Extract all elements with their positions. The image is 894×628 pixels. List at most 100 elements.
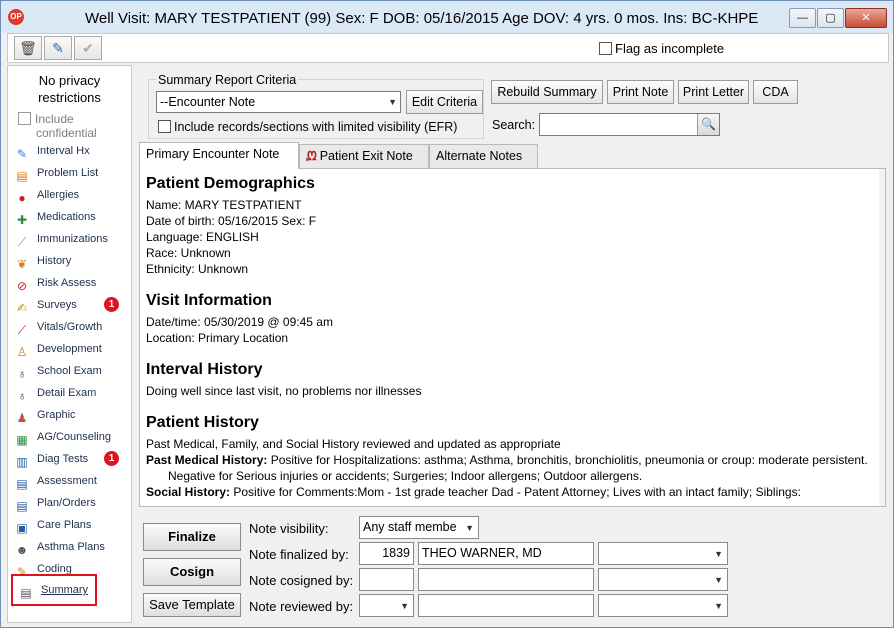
sidebar-item-graphic[interactable]: ♟ Graphic: [14, 406, 129, 426]
chevron-down-icon: ▼: [714, 549, 723, 559]
sidebar-item-risk-assess[interactable]: ⊘ Risk Assess: [14, 274, 129, 294]
sidebar-item-label: Diag Tests: [37, 453, 89, 465]
privacy-status: No privacy restrictions: [8, 72, 131, 106]
rebuild-summary-button[interactable]: Rebuild Summary: [491, 80, 603, 104]
sidebar-item-interval-hx[interactable]: ✎ Interval Hx: [14, 142, 129, 162]
efr-checkbox-box[interactable]: [158, 120, 171, 133]
history-intro: Past Medical, Family, and Social History…: [146, 437, 561, 451]
confirm-button[interactable]: ✔: [74, 36, 102, 60]
interval-heading: Interval History: [146, 361, 263, 378]
cda-button[interactable]: CDA: [753, 80, 798, 104]
criteria-select[interactable]: --Encounter Note ▼: [156, 91, 401, 113]
finalized-by-name-field[interactable]: THEO WARNER, MD: [418, 542, 594, 565]
cosigned-by-name-field[interactable]: [418, 568, 594, 591]
toolbar: 🗑 ✎ ✔ Flag as incomplete: [7, 33, 889, 63]
magnifier-icon: 🔍: [701, 117, 716, 131]
note-visibility-select[interactable]: Any staff membe ▼: [359, 516, 479, 539]
diag-tests-icon: ▥: [16, 455, 28, 469]
title-bar[interactable]: OP Well Visit: MARY TESTPATIENT (99) Sex…: [1, 1, 893, 33]
maximize-button[interactable]: ▢: [817, 8, 844, 28]
sidebar-item-history[interactable]: ❦ History: [14, 252, 129, 272]
pencil-icon: ✎: [52, 40, 64, 56]
reviewed-by-select[interactable]: ▼: [598, 594, 728, 617]
no-sign-icon: ⊘: [16, 279, 28, 293]
flag-checkbox-box[interactable]: [599, 42, 612, 55]
sidebar-item-problem-list[interactable]: ▤ Problem List: [14, 164, 129, 184]
sidebar-item-school-exam[interactable]: ♁ School Exam: [14, 362, 129, 382]
save-template-button[interactable]: Save Template: [143, 593, 241, 617]
sidebar-item-label: History: [37, 255, 72, 267]
sidebar-item-label: Allergies: [37, 189, 80, 201]
cosigned-by-id-field[interactable]: [359, 568, 414, 591]
tab-patient-exit-note[interactable]: ᘻ Patient Exit Note: [299, 144, 429, 168]
assessment-icon: ▤: [16, 477, 28, 491]
finalized-by-id-field[interactable]: 1839: [359, 542, 414, 565]
tab-alternate-notes[interactable]: Alternate Notes: [429, 144, 538, 168]
minimize-button[interactable]: —: [789, 8, 816, 28]
sidebar-item-immunizations[interactable]: ⟋ Immunizations: [14, 230, 129, 250]
chevron-down-icon: ▼: [714, 575, 723, 585]
print-letter-button[interactable]: Print Letter: [678, 80, 749, 104]
social-text: Positive for Comments:Mom - 1st grade te…: [230, 485, 801, 499]
finalized-by-select[interactable]: ▼: [598, 542, 728, 565]
delete-button[interactable]: 🗑: [14, 36, 42, 60]
social-history: Social History: Positive for Comments:Mo…: [146, 484, 879, 500]
efr-checkbox[interactable]: Include records/sections with limited vi…: [158, 120, 457, 134]
sidebar-item-plan-orders[interactable]: ▤ Plan/Orders: [14, 494, 129, 514]
close-button[interactable]: ✕: [845, 8, 887, 28]
demographics-heading: Patient Demographics: [146, 175, 315, 192]
sidebar-item-medications[interactable]: ✚ Medications: [14, 208, 129, 228]
include-confidential-checkbox[interactable]: Include confidential: [18, 112, 128, 140]
patient-name: Name: MARY TESTPATIENT: [146, 198, 302, 212]
sidebar-item-label: AG/Counseling: [37, 431, 111, 443]
sidebar-item-label: Vitals/Growth: [37, 321, 103, 333]
cosigned-by-select[interactable]: ▼: [598, 568, 728, 591]
sidebar-item-summary[interactable]: ▤ Summary: [11, 574, 97, 606]
sidebar-item-allergies[interactable]: ● Allergies: [14, 186, 129, 206]
sidebar-item-label: School Exam: [37, 365, 102, 377]
reviewed-by-id-select[interactable]: ▼: [359, 594, 414, 617]
tab-label: Patient Exit Note: [319, 149, 413, 163]
sidebar-item-diag-tests[interactable]: ▥ Diag Tests 1: [14, 450, 129, 470]
sidebar-item-label: Medications: [37, 211, 96, 223]
sidebar-item-detail-exam[interactable]: ♁ Detail Exam: [14, 384, 129, 404]
sidebar-item-care-plans[interactable]: ▣ Care Plans: [14, 516, 129, 536]
print-note-button[interactable]: Print Note: [607, 80, 674, 104]
sidebar-item-label: Problem List: [37, 167, 99, 179]
edit-button[interactable]: ✎: [44, 36, 72, 60]
notification-badge: 1: [104, 451, 119, 466]
plan-orders-icon: ▤: [16, 499, 28, 513]
note-scrollbar[interactable]: [879, 169, 885, 506]
asthma-icon: ☻: [15, 543, 29, 557]
reviewed-by-label: Note reviewed by:: [249, 599, 354, 614]
chevron-down-icon: ▼: [388, 97, 397, 107]
include-confidential-box[interactable]: [18, 112, 31, 125]
sidebar-item-vitals-growth[interactable]: ⟋ Vitals/Growth: [14, 318, 129, 338]
flag-incomplete-checkbox[interactable]: Flag as incomplete: [599, 41, 724, 56]
search-input[interactable]: [539, 113, 720, 136]
patient-dob-sex: Date of birth: 05/16/2015 Sex: F: [146, 214, 317, 228]
cosign-button[interactable]: Cosign: [143, 558, 241, 586]
pmh-text: Positive for Hospitalizations: asthma; A…: [168, 453, 868, 483]
body-figure-icon: ♟: [16, 411, 28, 425]
sidebar-item-ag-counseling[interactable]: ▦ AG/Counseling: [14, 428, 129, 448]
sidebar-item-assessment[interactable]: ▤ Assessment: [14, 472, 129, 492]
sidebar-item-label: Interval Hx: [37, 145, 90, 157]
edit-criteria-button[interactable]: Edit Criteria: [406, 90, 483, 114]
search-button[interactable]: 🔍: [697, 114, 719, 135]
trash-icon: 🗑: [19, 40, 37, 56]
patient-language: Language: ENGLISH: [146, 230, 259, 244]
sidebar-item-development[interactable]: ♙ Development: [14, 340, 129, 360]
finalize-button[interactable]: Finalize: [143, 523, 241, 551]
finalized-by-id: 1839: [382, 546, 410, 560]
sidebar: No privacy restrictions Include confiden…: [7, 65, 132, 623]
reviewed-by-name-field[interactable]: [418, 594, 594, 617]
sidebar-item-asthma-plans[interactable]: ☻ Asthma Plans: [14, 538, 129, 558]
efr-label: Include records/sections with limited vi…: [174, 120, 458, 134]
note-preview[interactable]: Patient Demographics Name: MARY TESTPATI…: [139, 168, 886, 507]
patient-race: Race: Unknown: [146, 246, 231, 260]
finalized-by-name: THEO WARNER, MD: [422, 546, 542, 560]
sidebar-item-surveys[interactable]: ✍ Surveys 1: [14, 296, 129, 316]
tab-primary-encounter-note[interactable]: Primary Encounter Note: [139, 142, 299, 169]
summary-criteria-legend: Summary Report Criteria: [156, 73, 299, 87]
